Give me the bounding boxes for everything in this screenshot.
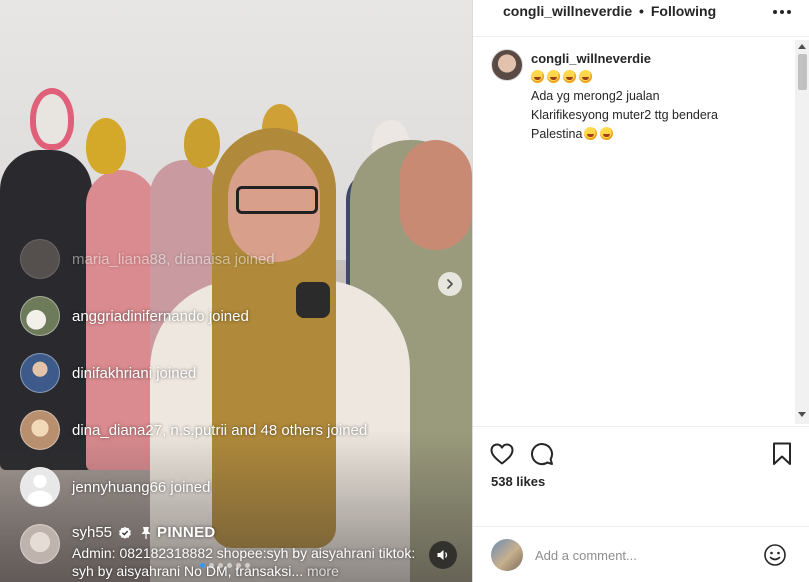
- rofl-emoji-icon: [579, 70, 592, 83]
- caption-area: congli_willneverdie Ada yg merong2 juala…: [473, 37, 809, 425]
- avatar: [20, 239, 60, 279]
- emoji-button[interactable]: [763, 543, 787, 567]
- caption-username[interactable]: congli_willneverdie: [531, 51, 651, 66]
- caption-line-last: Palestina: [531, 125, 761, 144]
- comment-bubble-icon: [531, 443, 554, 466]
- avatar[interactable]: [491, 49, 523, 81]
- scroll-up-icon[interactable]: [798, 44, 806, 49]
- post-header: congli_willneverdie • Following: [473, 0, 809, 37]
- user-silhouette-icon: [27, 474, 53, 506]
- header-username[interactable]: congli_willneverdie: [503, 3, 632, 19]
- carousel-dot: [227, 563, 232, 568]
- carousel-dot: [236, 563, 241, 568]
- live-join-row: jennyhuang66 joined: [20, 466, 210, 508]
- live-video-replay[interactable]: maria_liana88, dianaisa joined anggriadi…: [0, 0, 472, 582]
- join-text: dina_diana27, n.s.putrii and 48 others j…: [72, 421, 368, 439]
- more-dot: [780, 10, 784, 14]
- pin-icon: [141, 526, 151, 539]
- join-text: dinifakhriani joined: [72, 364, 197, 382]
- caption-line: Ada yg merong2 jualan: [531, 89, 660, 103]
- avatar: [20, 524, 60, 564]
- live-join-row: maria_liana88, dianaisa joined: [20, 238, 275, 280]
- header-user: congli_willneverdie • Following: [503, 3, 716, 19]
- like-count[interactable]: 538 likes: [491, 474, 545, 489]
- post-side-panel: congli_willneverdie • Following congli_w…: [472, 0, 809, 582]
- scroll-thumb[interactable]: [798, 54, 807, 90]
- pinned-message: Admin: 082182318882 shopee:syh by aisyah…: [72, 545, 416, 579]
- mannequin-head: [86, 118, 126, 174]
- second-person-head: [400, 140, 472, 250]
- more-link[interactable]: more: [307, 563, 339, 579]
- carousel-dot: [218, 563, 223, 568]
- rofl-emoji-icon: [584, 127, 598, 140]
- rofl-emoji-icon: [547, 70, 560, 83]
- pinned-text: Admin: 082182318882 shopee:syh by aisyah…: [72, 544, 432, 580]
- scroll-down-icon[interactable]: [798, 412, 806, 417]
- join-text: maria_liana88, dianaisa joined: [72, 250, 275, 268]
- avatar: [491, 539, 523, 571]
- volume-button[interactable]: [429, 541, 457, 569]
- speaker-icon: [437, 550, 448, 560]
- caption-text: Ada yg merong2 jualan Klarifikesyong mut…: [531, 68, 761, 144]
- mannequin-head: [184, 118, 220, 168]
- more-dot: [787, 10, 791, 14]
- next-media-button[interactable]: [438, 272, 462, 296]
- live-join-row: dina_diana27, n.s.putrii and 48 others j…: [20, 409, 367, 451]
- like-button[interactable]: [489, 441, 515, 467]
- live-join-row: dinifakhriani joined: [20, 352, 196, 394]
- default-avatar: [20, 467, 60, 507]
- live-join-row: anggriadinifernando joined: [20, 295, 249, 337]
- avatar: [20, 296, 60, 336]
- rofl-emoji-icon: [531, 70, 544, 83]
- header-separator: •: [639, 3, 644, 19]
- instagram-post-modal: maria_liana88, dianaisa joined anggriadi…: [0, 0, 809, 582]
- comment-bar: [473, 526, 809, 582]
- caption-scrollbar[interactable]: [795, 40, 809, 424]
- bookmark-icon: [773, 442, 791, 465]
- pinned-username: syh55: [72, 524, 113, 541]
- carousel-dot: [200, 563, 205, 568]
- post-actions: [473, 426, 809, 476]
- rofl-emoji-icon: [600, 127, 614, 140]
- carousel-dot: [245, 563, 250, 568]
- following-button[interactable]: Following: [651, 3, 716, 19]
- pinned-label-text: PINNED: [157, 524, 216, 541]
- carousel-dots: [200, 563, 250, 568]
- pinned-label: PINNED: [140, 524, 215, 541]
- comment-button[interactable]: [529, 441, 555, 467]
- comment-input[interactable]: [535, 545, 745, 565]
- caption-line: Palestina: [531, 127, 583, 141]
- caption-line-emojis: [531, 68, 761, 87]
- chevron-right-icon: [447, 279, 453, 289]
- more-horizontal-icon: [773, 10, 777, 14]
- avatar: [20, 353, 60, 393]
- join-text: jennyhuang66 joined: [72, 478, 211, 496]
- rofl-emoji-icon: [563, 70, 576, 83]
- caption-line: Klarifikesyong muter2 ttg bendera: [531, 108, 718, 122]
- mannequin-head: [30, 88, 74, 150]
- heart-icon: [490, 443, 514, 465]
- carousel-dot: [209, 563, 214, 568]
- clip-microphone: [296, 282, 330, 318]
- join-text: anggriadinifernando joined: [72, 307, 249, 325]
- host-glasses: [236, 186, 318, 214]
- more-options-button[interactable]: [771, 2, 793, 22]
- verified-badge-icon: [119, 526, 131, 539]
- smiley-icon: [764, 544, 786, 566]
- avatar: [20, 410, 60, 450]
- pinned-header: syh55 PINNED: [72, 524, 216, 541]
- save-button[interactable]: [769, 441, 795, 467]
